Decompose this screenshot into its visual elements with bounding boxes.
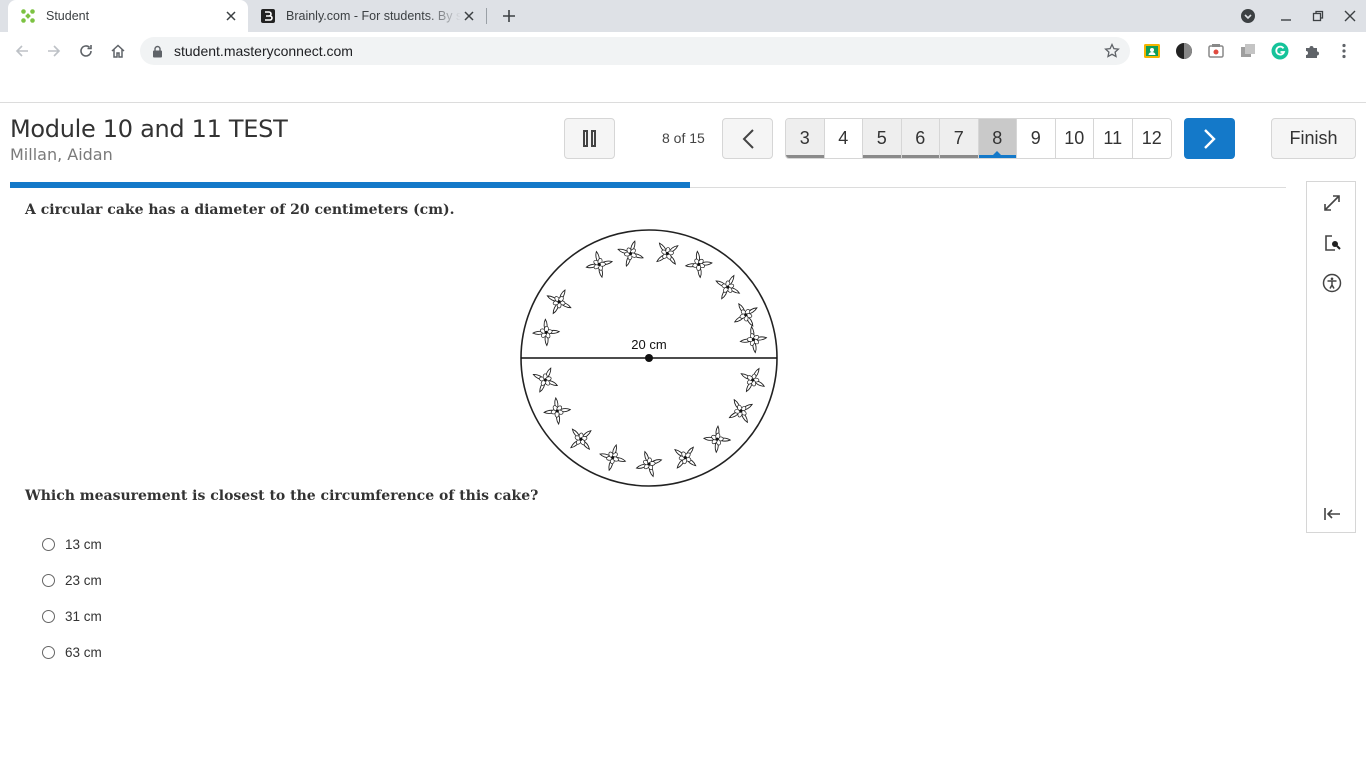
page-top-divider — [0, 102, 1366, 103]
answer-choice-4[interactable]: 63 cm — [42, 642, 102, 662]
answer-choice-label: 13 cm — [65, 536, 102, 552]
radio-button[interactable] — [42, 609, 55, 623]
question-number-10[interactable]: 10 — [1055, 119, 1094, 158]
grammarly-icon[interactable] — [1271, 42, 1289, 60]
answer-choice-3[interactable]: 31 cm — [42, 606, 102, 626]
student-name: Millan, Aidan — [10, 145, 113, 164]
question-number-5[interactable]: 5 — [863, 119, 902, 158]
new-tab-icon[interactable] — [498, 5, 520, 27]
dark-mode-extension-icon[interactable] — [1175, 42, 1193, 60]
extensions-puzzle-icon[interactable] — [1303, 42, 1321, 60]
chevron-right-icon — [1203, 128, 1216, 149]
home-icon[interactable] — [106, 39, 130, 63]
copy-extension-icon[interactable] — [1239, 42, 1257, 60]
finish-button[interactable]: Finish — [1271, 118, 1356, 159]
question-number-8[interactable]: 8 — [978, 119, 1017, 158]
cake-diagram: 20 cm — [518, 228, 780, 495]
restore-icon[interactable] — [1308, 6, 1328, 26]
diameter-label: 20 cm — [631, 337, 666, 352]
answer-choice-label: 63 cm — [65, 644, 102, 660]
tab-student[interactable]: Student — [8, 0, 248, 32]
previous-question-button[interactable] — [722, 118, 773, 159]
reload-icon[interactable] — [74, 39, 98, 63]
pause-button[interactable] — [564, 118, 615, 159]
pause-icon-bar — [591, 130, 596, 147]
tool-panel — [1306, 181, 1356, 533]
url-text: student.masteryconnect.com — [174, 43, 353, 59]
collapse-panel-icon[interactable] — [1321, 503, 1343, 525]
tab-title: Student — [46, 9, 90, 23]
close-window-icon[interactable] — [1340, 6, 1360, 26]
answer-choice-2[interactable]: 23 cm — [42, 570, 102, 590]
question-stem: A circular cake has a diameter of 20 cen… — [25, 202, 455, 218]
center-point — [645, 354, 653, 362]
browser-toolbar: student.masteryconnect.com — [0, 32, 1366, 70]
answer-choice-1[interactable]: 13 cm — [42, 534, 102, 554]
question-number-7[interactable]: 7 — [940, 119, 979, 158]
question-number-9[interactable]: 9 — [1017, 119, 1056, 158]
answer-choice-label: 31 cm — [65, 608, 102, 624]
radio-button[interactable] — [42, 537, 55, 551]
magnifier-icon[interactable] — [1321, 232, 1343, 254]
radio-button[interactable] — [42, 573, 55, 587]
tab-search-icon[interactable] — [1238, 6, 1258, 26]
bookmark-star-icon[interactable] — [1104, 42, 1120, 64]
close-tab-icon[interactable] — [461, 8, 477, 24]
tab-title: Brainly.com - For students. By students. — [286, 9, 461, 23]
chevron-left-icon — [742, 128, 754, 149]
browser-tab-bar: Student Brainly.com - For students. By s… — [0, 0, 1366, 32]
question-prompt: Which measurement is closest to the circ… — [25, 488, 539, 504]
screenshot-extension-icon[interactable] — [1207, 42, 1225, 60]
pause-icon-bar — [583, 130, 588, 147]
minimize-icon[interactable] — [1276, 6, 1296, 26]
question-progress-text: 8 of 15 — [662, 130, 705, 146]
question-number-6[interactable]: 6 — [901, 119, 940, 158]
question-number-11[interactable]: 11 — [1094, 119, 1133, 158]
brainly-favicon-icon — [260, 8, 276, 24]
expand-icon[interactable] — [1321, 192, 1343, 214]
next-question-button[interactable] — [1184, 118, 1235, 159]
classroom-extension-icon[interactable] — [1143, 42, 1161, 60]
browser-menu-icon[interactable] — [1335, 42, 1353, 60]
question-number-nav: 3 4 5 6 7 8 9 10 11 12 — [785, 118, 1172, 159]
question-number-3[interactable]: 3 — [786, 119, 825, 158]
tab-separator — [486, 8, 487, 24]
close-tab-icon[interactable] — [223, 8, 239, 24]
question-number-12[interactable]: 12 — [1132, 119, 1171, 158]
radio-button[interactable] — [42, 645, 55, 659]
accessibility-icon[interactable] — [1321, 272, 1343, 294]
back-icon[interactable] — [10, 39, 34, 63]
address-bar[interactable]: student.masteryconnect.com — [140, 37, 1130, 65]
masteryconnect-favicon-icon — [20, 8, 36, 24]
forward-icon[interactable] — [42, 39, 66, 63]
answer-choice-label: 23 cm — [65, 572, 102, 588]
lock-icon — [152, 44, 164, 58]
tab-brainly[interactable]: Brainly.com - For students. By students. — [248, 0, 486, 32]
progress-bar — [10, 182, 691, 188]
question-number-4[interactable]: 4 — [824, 119, 863, 158]
test-title: Module 10 and 11 TEST — [10, 115, 288, 143]
